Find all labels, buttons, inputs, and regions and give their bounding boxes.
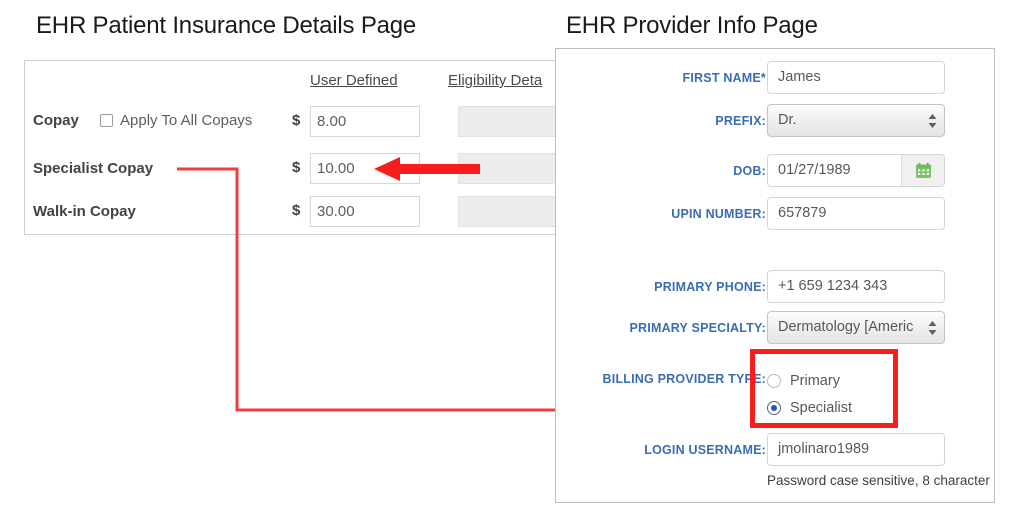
control-primary-specialty: Dermatology [Americ — [767, 311, 945, 344]
dob-input[interactable]: 01/27/1989 — [768, 155, 901, 186]
label-primary-phone: PRIMARY PHONE: — [654, 280, 766, 294]
first-name-input[interactable]: James — [767, 61, 945, 94]
control-prefix: Dr. — [767, 104, 945, 137]
checkbox-icon[interactable] — [100, 114, 113, 127]
control-primary-phone: +1 659 1234 343 — [767, 270, 945, 303]
primary-phone-input[interactable]: +1 659 1234 343 — [767, 270, 945, 303]
password-helper-text: Password case sensitive, 8 character — [767, 473, 990, 488]
calendar-icon — [915, 162, 931, 178]
column-header-eligibility-details[interactable]: Eligibility Deta — [448, 72, 542, 89]
field-row-primary-phone: PRIMARY PHONE: +1 659 1234 343 — [556, 270, 994, 304]
select-stepper-icon — [928, 320, 937, 335]
left-page-title: EHR Patient Insurance Details Page — [36, 12, 417, 39]
dob-calendar-button[interactable] — [901, 155, 944, 186]
label-upin-number: UPIN NUMBER: — [671, 207, 766, 221]
label-prefix: PREFIX: — [715, 114, 766, 128]
label-primary-specialty: PRIMARY SPECIALTY: — [629, 321, 766, 335]
red-highlight-box-billing-provider-type — [750, 349, 898, 428]
currency-symbol-copay: $ — [292, 112, 301, 129]
login-username-input[interactable]: jmolinaro1989 — [767, 433, 945, 466]
screenshot-root: EHR Patient Insurance Details Page EHR P… — [0, 0, 1024, 526]
field-row-prefix: PREFIX: Dr. — [556, 104, 994, 138]
label-billing-provider-type: BILLING PROVIDER TYPE: — [602, 372, 766, 386]
label-dob: DOB: — [733, 164, 766, 178]
primary-specialty-select-value: Dermatology [Americ — [778, 319, 914, 335]
field-row-upin-number: UPIN NUMBER: 657879 — [556, 197, 994, 231]
primary-specialty-select[interactable]: Dermatology [Americ — [767, 311, 945, 344]
label-first-name: FIRST NAME* — [682, 71, 766, 85]
field-row-primary-specialty: PRIMARY SPECIALTY: Dermatology [Americ — [556, 311, 994, 345]
copay-user-defined-input[interactable]: 8.00 — [310, 106, 420, 137]
provider-info-panel: FIRST NAME* James PREFIX: Dr. DOB: 01/27… — [555, 48, 995, 503]
prefix-select-value: Dr. — [778, 112, 797, 128]
label-login-username: LOGIN USERNAME: — [644, 443, 766, 457]
right-page-title: EHR Provider Info Page — [566, 12, 818, 39]
control-upin-number: 657879 — [767, 197, 945, 230]
control-login-username: jmolinaro1989 — [767, 433, 945, 466]
prefix-select[interactable]: Dr. — [767, 104, 945, 137]
upin-number-input[interactable]: 657879 — [767, 197, 945, 230]
row-label-specialist-copay: Specialist Copay — [33, 160, 154, 177]
apply-to-all-copays-checkbox-wrap[interactable]: Apply To All Copays — [100, 112, 252, 129]
dob-input-group[interactable]: 01/27/1989 — [767, 154, 945, 187]
row-label-walkin-copay: Walk-in Copay — [33, 203, 136, 220]
row-label-copay: Copay — [33, 112, 79, 129]
column-header-user-defined[interactable]: User Defined — [310, 72, 398, 89]
field-row-login-username: LOGIN USERNAME: jmolinaro1989 — [556, 433, 994, 467]
field-row-first-name: FIRST NAME* James — [556, 61, 994, 95]
control-first-name: James — [767, 61, 945, 94]
control-dob: 01/27/1989 — [767, 154, 945, 187]
field-row-dob: DOB: 01/27/1989 — [556, 154, 994, 188]
select-stepper-icon — [928, 113, 937, 128]
apply-to-all-copays-label: Apply To All Copays — [120, 112, 253, 129]
